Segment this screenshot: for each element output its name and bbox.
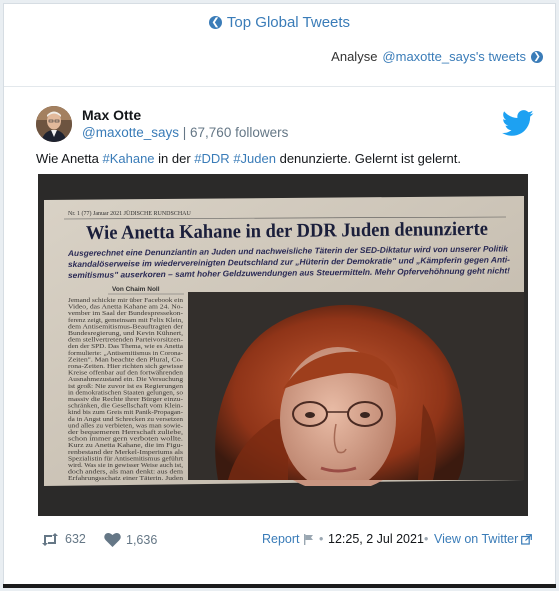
heart-icon [104, 532, 121, 547]
bottom-border [3, 584, 556, 588]
author-info: Max Otte @maxotte_says | 67,760 follower… [82, 107, 288, 140]
tweet-media-image[interactable]: Nr. 1 (77) Januar 2021 JÜDISCHE RUNDSCHA… [38, 174, 528, 516]
twitter-bird-icon[interactable] [502, 110, 534, 137]
author-meta: @maxotte_says | 67,760 followers [82, 125, 288, 140]
author-handle[interactable]: @maxotte_says [82, 125, 179, 140]
top-global-tweets-label: Top Global Tweets [226, 14, 351, 31]
newspaper-column-line: Erfahrungsschatz einer Täterin. Juden [68, 475, 183, 482]
page-frame: ❮ Top Global Tweets Analyse @maxotte_say… [3, 3, 556, 588]
top-global-tweets-link[interactable]: ❮ Top Global Tweets [4, 14, 555, 31]
hashtag-juden[interactable]: #Juden [233, 151, 276, 166]
retweet-stat[interactable]: 632 [41, 532, 86, 546]
avatar[interactable] [36, 106, 72, 142]
newspaper-headline: Wie Anetta Kahane in der DDR Juden denun… [86, 219, 489, 244]
header-divider [4, 86, 555, 87]
view-on-twitter-label: View on Twitter [434, 532, 519, 546]
like-stat[interactable]: 1,636 [104, 532, 157, 547]
forward-arrow-icon[interactable]: ❯ [531, 50, 543, 63]
back-arrow-icon: ❮ [208, 16, 222, 29]
footer-separator: • [424, 532, 429, 546]
retweet-count: 632 [65, 532, 86, 546]
analyse-link-row: Analyse @maxotte_says's tweets ❯ [331, 49, 543, 64]
footer-separator: • [319, 532, 324, 546]
report-link[interactable]: Report [262, 532, 314, 546]
tweet-text-part: in der [154, 151, 195, 166]
tweet-text-part: denunzierte. Gelernt ist gelernt. [275, 151, 461, 166]
newspaper-byline: Von Chaim Noll [112, 286, 160, 293]
analyse-prefix: Analyse [331, 49, 378, 64]
analyse-user-link[interactable]: @maxotte_says's tweets [382, 49, 526, 64]
retweet-icon [42, 532, 58, 546]
like-count: 1,636 [126, 532, 158, 547]
external-link-icon [521, 533, 533, 545]
tweet-text-part: Wie Anetta [36, 151, 103, 166]
tweet-text: Wie Anetta #Kahane in der #DDR #Juden de… [36, 151, 461, 166]
newspaper-column-text: Jemand schickte mir über Facebook einVid… [68, 297, 184, 482]
tweet-timestamp: 12:25, 2 Jul 2021 [328, 532, 424, 546]
newspaper-masthead: Nr. 1 (77) Januar 2021 JÜDISCHE RUNDSCHA… [68, 210, 191, 217]
author-name[interactable]: Max Otte [82, 107, 288, 123]
hashtag-kahane[interactable]: #Kahane [102, 151, 154, 166]
hashtag-ddr[interactable]: #DDR [194, 151, 229, 166]
tweet-footer: 632 1,636 Report • 12:25, 2 Jul 2021 • V… [34, 532, 534, 552]
report-label: Report [262, 532, 300, 546]
flag-icon [303, 533, 313, 545]
view-on-twitter-link[interactable]: View on Twitter [434, 532, 533, 546]
meta-separator: | [182, 125, 191, 140]
follower-count: 67,760 followers [190, 125, 289, 140]
